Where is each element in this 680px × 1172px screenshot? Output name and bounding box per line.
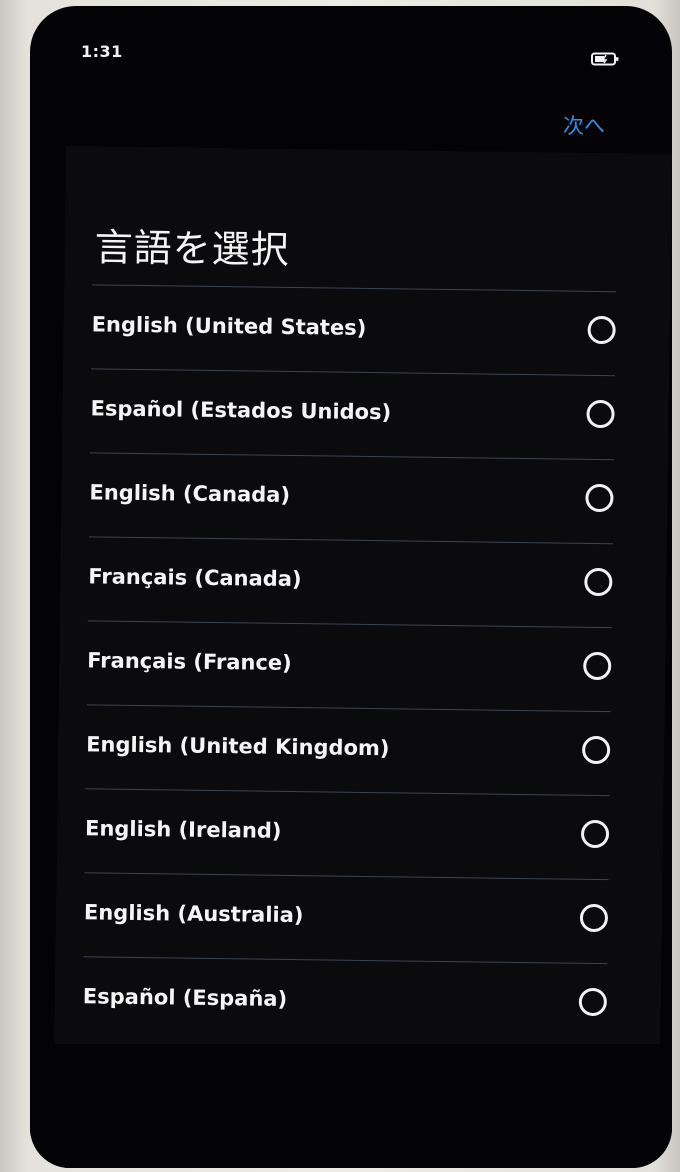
list-item[interactable]: English (United Kingdom) — [85, 705, 611, 797]
list-item[interactable]: Español (Estados Unidos) — [89, 369, 616, 461]
language-label: Français (Canada) — [88, 564, 302, 592]
language-label: English (United States) — [91, 312, 367, 340]
language-label: English (United Kingdom) — [86, 732, 390, 761]
radio-unselected-icon[interactable] — [586, 399, 615, 429]
list-item[interactable]: Français (Canada) — [87, 537, 613, 629]
radio-unselected-icon[interactable] — [585, 483, 614, 513]
list-item[interactable]: English (Ireland) — [84, 789, 610, 881]
language-label: Français (France) — [87, 648, 292, 675]
screen: 1:31 次へ 言語を選択 English (United States) Es… — [30, 6, 672, 1168]
language-label: English (Ireland) — [84, 816, 282, 843]
list-item[interactable]: Español (España) — [82, 957, 608, 1047]
radio-unselected-icon[interactable] — [579, 903, 609, 933]
radio-unselected-icon[interactable] — [581, 735, 611, 765]
radio-unselected-icon[interactable] — [580, 819, 610, 849]
language-label: English (Australia) — [83, 900, 304, 928]
language-label: Español (España) — [82, 984, 288, 1011]
radio-unselected-icon[interactable] — [583, 651, 612, 681]
battery-icon — [591, 52, 619, 66]
list-item[interactable]: English (Australia) — [83, 873, 609, 965]
list-item[interactable]: English (Canada) — [88, 453, 614, 545]
language-label: English (Canada) — [89, 480, 291, 507]
radio-unselected-icon[interactable] — [578, 987, 608, 1017]
list-item[interactable]: English (United States) — [91, 285, 617, 377]
radio-unselected-icon[interactable] — [587, 315, 616, 345]
status-time: 1:31 — [81, 42, 123, 61]
bottom-bezel — [30, 1044, 672, 1168]
device-frame: 1:31 次へ 言語を選択 English (United States) Es… — [0, 0, 680, 1172]
radio-unselected-icon[interactable] — [584, 567, 613, 597]
language-list: English (United States) Español (Estados… — [82, 284, 617, 1048]
list-item[interactable]: Français (France) — [86, 621, 612, 713]
page-title: 言語を選択 — [94, 225, 290, 272]
next-button[interactable]: 次へ — [563, 110, 605, 140]
language-panel: 言語を選択 English (United States) Español (E… — [54, 146, 672, 1054]
language-label: Español (Estados Unidos) — [90, 396, 392, 425]
